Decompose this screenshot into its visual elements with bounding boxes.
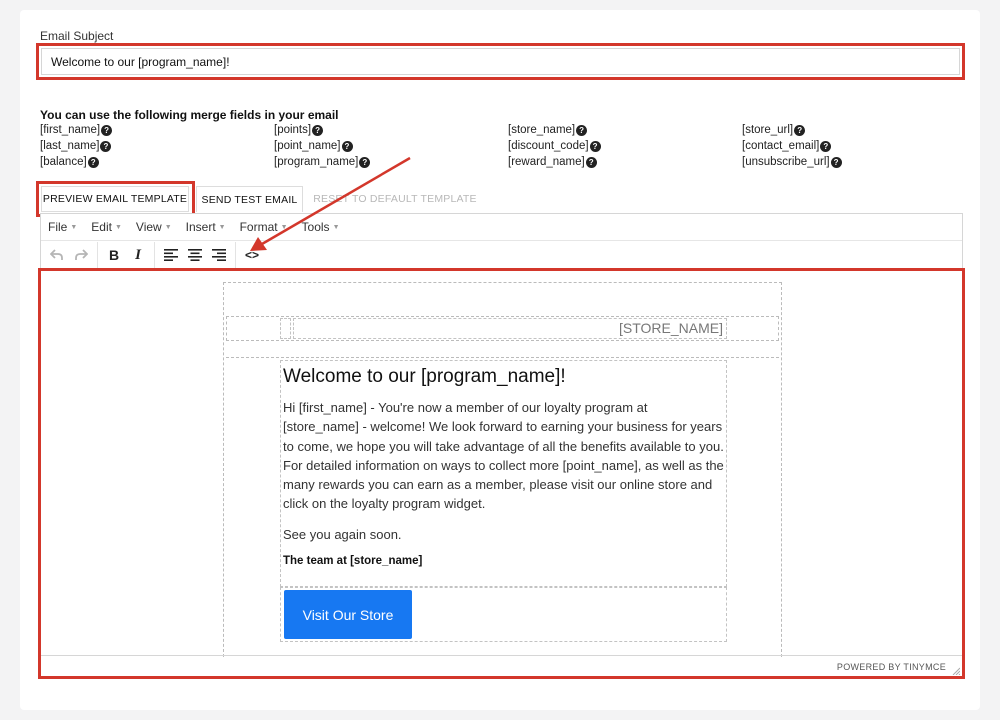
help-icon[interactable]: ? xyxy=(100,141,112,152)
menu-format[interactable]: Format ▼ xyxy=(240,220,288,234)
menu-label: Insert xyxy=(185,220,216,234)
bold-icon[interactable]: B xyxy=(102,244,126,266)
merge-field: [first_name]? xyxy=(40,124,274,137)
help-icon[interactable]: ? xyxy=(359,157,371,168)
subject-highlight xyxy=(36,43,965,80)
menu-label: Tools xyxy=(301,220,330,234)
merge-field-label: [store_name] xyxy=(508,124,576,136)
merge-field: [contact_email]? xyxy=(742,140,970,153)
merge-field: [discount_code]? xyxy=(508,140,742,153)
menu-label: View xyxy=(135,220,162,234)
merge-field-label: [unsubscribe_url] xyxy=(742,156,830,168)
editor-toolbar: B I <> xyxy=(41,242,962,269)
merge-field: [reward_name]? xyxy=(508,156,742,169)
merge-field-label: [reward_name] xyxy=(508,156,585,168)
merge-field-label: [first_name] xyxy=(40,124,101,136)
menu-label: Edit xyxy=(91,220,112,234)
merge-field: [program_name]? xyxy=(274,156,508,169)
caret-down-icon: ▼ xyxy=(280,223,288,231)
content-highlight xyxy=(38,268,965,679)
help-icon[interactable]: ? xyxy=(341,141,353,152)
merge-fields-grid: [first_name]? [points]? [store_name]? [s… xyxy=(40,124,970,169)
merge-field-label: [store_url] xyxy=(742,124,794,136)
help-icon[interactable]: ? xyxy=(585,157,597,168)
italic-icon[interactable]: I xyxy=(126,244,150,266)
merge-field: [point_name]? xyxy=(274,140,508,153)
merge-field: [balance]? xyxy=(40,156,274,169)
align-left-icon[interactable] xyxy=(159,244,183,266)
merge-fields-title: You can use the following merge fields i… xyxy=(40,108,339,122)
help-icon[interactable]: ? xyxy=(312,125,324,136)
merge-field-label: [points] xyxy=(274,124,312,136)
merge-field: [points]? xyxy=(274,124,508,137)
help-icon[interactable]: ? xyxy=(101,125,113,136)
caret-down-icon: ▼ xyxy=(332,223,340,231)
caret-down-icon: ▼ xyxy=(114,223,122,231)
align-center-icon[interactable] xyxy=(183,244,207,266)
align-group xyxy=(155,242,236,268)
merge-field-label: [contact_email] xyxy=(742,140,820,152)
help-icon[interactable]: ? xyxy=(87,157,99,168)
merge-field: [store_url]? xyxy=(742,124,970,137)
menu-label: Format xyxy=(239,220,278,234)
redo-icon[interactable] xyxy=(69,244,93,266)
merge-field-label: [last_name] xyxy=(40,140,100,152)
history-group xyxy=(41,242,98,268)
merge-field-label: [program_name] xyxy=(274,156,359,168)
menu-view[interactable]: View ▼ xyxy=(136,220,172,234)
merge-field-label: [balance] xyxy=(40,156,87,168)
undo-icon[interactable] xyxy=(45,244,69,266)
merge-field-label: [discount_code] xyxy=(508,140,589,152)
caret-down-icon: ▼ xyxy=(164,223,172,231)
menu-insert[interactable]: Insert ▼ xyxy=(186,220,226,234)
code-group: <> xyxy=(236,242,268,268)
help-icon[interactable]: ? xyxy=(576,125,588,136)
help-icon[interactable]: ? xyxy=(794,125,806,136)
merge-field: [store_name]? xyxy=(508,124,742,137)
merge-field: [unsubscribe_url]? xyxy=(742,156,970,169)
align-right-icon[interactable] xyxy=(207,244,231,266)
source-code-icon[interactable]: <> xyxy=(240,244,264,266)
menu-label: File xyxy=(48,220,68,234)
merge-field-label: [point_name] xyxy=(274,140,341,152)
tab-reset-default-template[interactable]: RESET TO DEFAULT TEMPLATE xyxy=(310,186,480,212)
help-icon[interactable]: ? xyxy=(820,141,832,152)
caret-down-icon: ▼ xyxy=(218,223,226,231)
merge-field: [last_name]? xyxy=(40,140,274,153)
tab-send-test-email[interactable]: SEND TEST EMAIL xyxy=(196,186,303,212)
help-icon[interactable]: ? xyxy=(830,157,842,168)
subject-label: Email Subject xyxy=(40,29,114,43)
format-group: B I xyxy=(98,242,155,268)
menu-file[interactable]: File ▼ xyxy=(48,220,77,234)
preview-tab-highlight xyxy=(36,181,195,217)
help-icon[interactable]: ? xyxy=(589,141,601,152)
editor-menubar: File ▼ Edit ▼ View ▼ Insert ▼ Format ▼ Tools ▼ xyxy=(41,214,962,241)
caret-down-icon: ▼ xyxy=(70,223,78,231)
menu-edit[interactable]: Edit ▼ xyxy=(91,220,122,234)
menu-tools[interactable]: Tools ▼ xyxy=(302,220,340,234)
